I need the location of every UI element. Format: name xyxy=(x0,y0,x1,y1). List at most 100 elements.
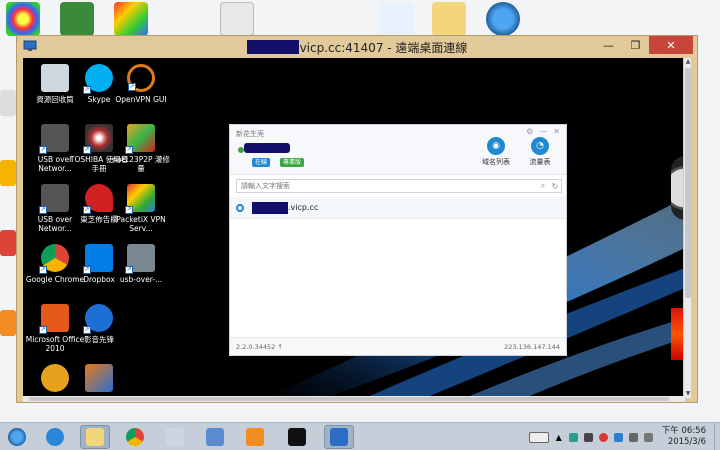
keyboard-icon[interactable] xyxy=(528,431,549,443)
packetix-icon: ↗ xyxy=(125,184,155,214)
taskbar-remote-desktop-button[interactable] xyxy=(324,425,354,449)
clock-date: 2015/3/6 xyxy=(667,437,706,447)
desktop-icon-label: USB over Networ... xyxy=(37,215,73,233)
taskbar-media-button[interactable] xyxy=(240,425,270,449)
taskbar-chrome-button[interactable] xyxy=(120,425,150,449)
host-checklist-icon[interactable] xyxy=(220,2,254,36)
openvpn-icon: ↗ xyxy=(127,64,155,92)
traffic-label: 流量表 xyxy=(529,158,551,166)
cube-icon xyxy=(85,364,113,392)
usb-over-icon: ↗ xyxy=(125,244,155,274)
globe-icon xyxy=(41,364,69,392)
skype-icon: ↗ xyxy=(83,64,113,94)
tray-app-icon[interactable] xyxy=(613,432,623,442)
host-spreadsheet-icon[interactable] xyxy=(60,2,94,36)
client-header: 新花生壳 ⚙ — ✕ 在線 專業版 ◉ 域名列表 ◔ 流量表 xyxy=(230,125,566,175)
desktop-icon-packetix[interactable]: ↗ PacketiX VPN Serv... xyxy=(111,184,171,233)
host-pinwheel-icon[interactable] xyxy=(6,2,40,36)
taskbar-app-button[interactable] xyxy=(160,425,190,449)
taskbar-ie-button[interactable] xyxy=(40,425,70,449)
search-box[interactable]: ⌕ ↻ xyxy=(236,179,562,193)
tray-app-icon[interactable] xyxy=(568,432,578,442)
taskbar-app-button[interactable] xyxy=(200,425,230,449)
domain-list-label: 域名列表 xyxy=(482,158,510,166)
desktop-icon-label: Skype xyxy=(87,95,111,104)
domain-status-icon xyxy=(236,203,244,212)
desktop-icon-cube[interactable] xyxy=(69,364,129,395)
volume-icon[interactable] xyxy=(643,432,653,442)
domain-redaction xyxy=(252,201,288,214)
host-left-icon[interactable] xyxy=(0,90,16,116)
host-colorful-app-icon[interactable] xyxy=(114,2,148,36)
chrome-icon: ↗ xyxy=(39,244,69,274)
host-folder-icon[interactable] xyxy=(432,2,466,36)
tray-app-icon[interactable] xyxy=(598,432,608,442)
ip-label: 223.136.147.144 xyxy=(504,342,560,351)
close-icon[interactable]: ✕ xyxy=(553,127,560,136)
close-button[interactable]: ✕ xyxy=(649,36,693,54)
horizontal-scrollbar[interactable] xyxy=(23,396,685,402)
desktop-icon-label: PacketiX VPN Serv... xyxy=(116,215,166,233)
host-dropbox-icon[interactable] xyxy=(380,2,414,36)
username-redaction xyxy=(244,143,290,153)
show-desktop-button[interactable] xyxy=(714,423,720,450)
domain-list-item[interactable]: .vicp.cc xyxy=(230,197,566,219)
status-badge-online: 在線 xyxy=(252,158,271,167)
status-badge-level: 專業版 xyxy=(280,158,305,167)
minimize-button[interactable]: — xyxy=(595,36,622,54)
restore-button[interactable]: ❐ xyxy=(622,36,649,54)
title-redaction xyxy=(246,40,299,54)
desktop-icon-media-player[interactable]: ↗ 影音先锋 xyxy=(69,304,129,344)
vertical-scroll-thumb[interactable] xyxy=(685,68,691,298)
app-icon xyxy=(206,428,224,446)
window-title: vicp.cc:41407 - 遠端桌面連線 xyxy=(299,40,468,55)
host-left-icon[interactable] xyxy=(0,230,16,256)
desktop-icon-label: USB over Networ... xyxy=(37,155,73,173)
gauge-icon: ◔ xyxy=(531,137,549,155)
domain-list-button[interactable]: ◉ 域名列表 xyxy=(476,137,516,167)
search-icon[interactable]: ⌕ xyxy=(537,181,549,191)
client-window-controls: ⚙ — ✕ xyxy=(526,127,560,136)
system-clock[interactable]: 下午 06:56 2015/3/6 xyxy=(662,426,706,448)
remote-desktop-app-icon xyxy=(23,40,37,51)
system-tray: ▲ 下午 06:56 2015/3/6 xyxy=(526,423,720,450)
office-icon: ↗ xyxy=(39,304,69,334)
remote-desktop-canvas[interactable]: 資源回收筒 ↗ Skype ↗ OpenVPN GUI ↗ USB over N… xyxy=(23,58,685,398)
scroll-up-icon[interactable]: ▲ xyxy=(684,58,692,66)
peanut-hull-client-window: 新花生壳 ⚙ — ✕ 在線 專業版 ◉ 域名列表 ◔ 流量表 請輸入文字搜索 ⌕… xyxy=(229,124,567,356)
toshiba-board-icon: ↗ xyxy=(83,184,113,214)
host-left-icon[interactable] xyxy=(0,160,16,186)
minimize-icon[interactable]: — xyxy=(539,127,547,136)
network-icon[interactable] xyxy=(628,432,638,442)
host-left-icon[interactable] xyxy=(0,310,16,336)
host-windows-icon[interactable] xyxy=(486,2,520,36)
desktop-icon-label: usb-over-... xyxy=(119,275,163,284)
toshiba-manual-icon: ↗ xyxy=(83,124,113,154)
desktop-icon-openvpn[interactable]: ↗ OpenVPN GUI xyxy=(111,64,171,104)
media-player-icon: ↗ xyxy=(83,304,113,334)
client-footer: 2.2.0.34452 ↑ 223.136.147.144 xyxy=(230,337,566,355)
desktop-icon-label: 影音先锋 xyxy=(84,335,114,344)
scroll-down-icon[interactable]: ▼ xyxy=(684,390,692,398)
version-label: 2.2.0.34452 ↑ xyxy=(236,342,283,351)
tray-app-icon[interactable] xyxy=(583,432,593,442)
taskbar-explorer-button[interactable] xyxy=(80,425,110,449)
vertical-scrollbar[interactable]: ▲ ▼ xyxy=(683,58,691,398)
traffic-button[interactable]: ◔ 流量表 xyxy=(520,137,560,167)
tray-expand-icon[interactable]: ▲ xyxy=(556,433,562,442)
desktop-icon-nat123[interactable]: ↗ nat123P2P 灌修量 xyxy=(111,124,171,173)
nat123-icon: ↗ xyxy=(125,124,155,154)
search-input[interactable] xyxy=(237,180,537,192)
file-explorer-icon xyxy=(86,428,104,446)
start-button[interactable] xyxy=(2,425,32,449)
clock-time: 下午 06:56 xyxy=(661,426,706,436)
taskbar-cmd-button[interactable] xyxy=(282,425,312,449)
windows-logo-icon xyxy=(8,428,26,446)
desktop-icon-label: nat123P2P 灌修量 xyxy=(112,155,170,173)
refresh-icon[interactable]: ↻ xyxy=(549,182,561,191)
horizontal-scroll-thumb[interactable] xyxy=(29,397,669,401)
settings-icon[interactable]: ⚙ xyxy=(526,127,533,136)
desktop-icon-label: OpenVPN GUI xyxy=(115,95,167,104)
host-desktop-top-icons xyxy=(0,0,720,38)
desktop-icon-usb-over[interactable]: ↗ usb-over-... xyxy=(111,244,171,284)
